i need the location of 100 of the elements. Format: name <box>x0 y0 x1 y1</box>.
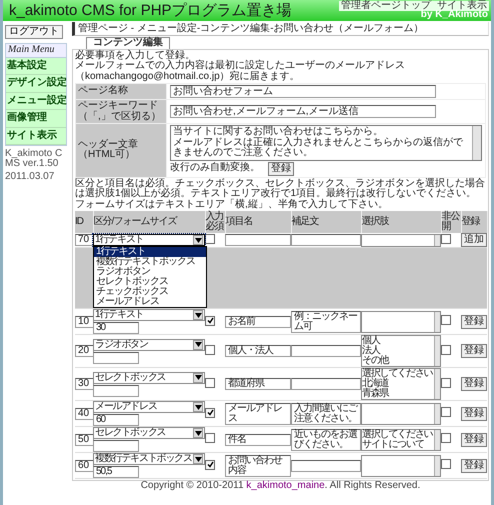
register-button[interactable]: 登録 <box>461 314 487 328</box>
caret-icon <box>193 340 203 350</box>
checkbox[interactable] <box>441 315 451 325</box>
type-select[interactable]: セレクトボックス <box>93 372 205 384</box>
checkbox[interactable] <box>205 344 215 354</box>
scrollbar[interactable] <box>434 369 440 399</box>
checkbox[interactable] <box>441 433 451 443</box>
id-field[interactable]: 40 <box>75 408 94 420</box>
checkbox[interactable] <box>205 408 215 418</box>
note-field[interactable] <box>291 460 361 472</box>
size-field[interactable]: 30 <box>93 322 139 334</box>
scrollbar[interactable] <box>434 456 440 476</box>
submit-button[interactable]: 登録 <box>268 162 294 176</box>
type-select[interactable]: ラジオボタン <box>93 338 205 350</box>
register-button[interactable]: 登録 <box>461 377 487 391</box>
dropdown-option[interactable]: 複数行テキストボックス <box>94 257 206 267</box>
author-link[interactable]: k_akimoto_maine <box>246 480 325 491</box>
note-field[interactable] <box>291 378 361 390</box>
name-field[interactable] <box>225 234 291 246</box>
choices-text: 個人 法人 その他 <box>362 336 390 366</box>
register-button[interactable]: 登録 <box>461 344 487 358</box>
input-field[interactable]: お問い合わせ,メールフォーム,メール送信 <box>170 105 436 118</box>
type-select[interactable]: 1行テキスト <box>93 309 205 321</box>
name-field[interactable]: お名前 <box>225 316 291 328</box>
checkbox[interactable] <box>205 378 215 388</box>
choices-field[interactable]: 選択してください サイトについて <box>361 428 441 450</box>
id-field[interactable]: 30 <box>75 378 94 390</box>
choices-text: 選択してください サイトについて <box>362 430 434 450</box>
column-header: 区分/フォームサイズ <box>93 211 205 233</box>
choices-field[interactable] <box>361 402 441 424</box>
scrollbar[interactable] <box>434 336 440 366</box>
checkbox[interactable] <box>205 234 215 244</box>
form-label: ヘッダー文章 （HTML可） <box>76 124 166 177</box>
checkbox[interactable] <box>205 460 215 470</box>
checkbox[interactable] <box>205 433 215 443</box>
scrollbar[interactable] <box>434 312 440 332</box>
note-field[interactable]: 入力間違いにご注意ください。 <box>291 402 361 424</box>
size-field[interactable] <box>93 440 139 452</box>
menu-item[interactable]: サイト表示 <box>6 128 66 145</box>
checkbox[interactable] <box>441 378 451 388</box>
type-select[interactable]: 1行テキスト <box>93 234 205 246</box>
type-select[interactable]: メールアドレス <box>93 401 205 413</box>
menu-item[interactable]: 基本設定 <box>6 58 66 75</box>
copyright-text: Copyright © 2010-2011 k_akimoto_maine. All Rights Reserved. <box>140 481 422 491</box>
input-field[interactable]: お問い合わせフォーム <box>170 85 436 98</box>
dropdown-option[interactable]: セレクトボックス <box>94 277 206 287</box>
choices-field[interactable]: 個人 法人 その他 <box>361 335 441 367</box>
checkbox[interactable] <box>441 407 451 417</box>
note-field[interactable] <box>291 234 361 246</box>
name-field[interactable]: 件名 <box>225 434 291 446</box>
menu-item[interactable]: デザイン設定 <box>6 75 66 92</box>
tab[interactable]: コンテンツ編集 <box>86 37 170 48</box>
choices-field[interactable] <box>361 454 441 476</box>
id-field[interactable]: 20 <box>75 345 94 357</box>
id-field[interactable]: 60 <box>75 460 94 472</box>
scrollbar[interactable] <box>434 234 440 246</box>
name-field[interactable]: 都道府県 <box>225 378 291 390</box>
choices-field[interactable] <box>361 234 441 246</box>
column-header: 選択肢 <box>361 211 441 233</box>
menu-item[interactable]: 画像管理 <box>6 110 66 128</box>
checkbox[interactable] <box>441 459 451 469</box>
add-button[interactable]: 追加 <box>461 233 487 247</box>
scrollbar[interactable] <box>434 430 440 450</box>
dropdown-option[interactable]: 1行テキスト <box>94 247 206 257</box>
id-field[interactable]: 10 <box>75 316 94 328</box>
register-button[interactable]: 登録 <box>461 432 487 446</box>
id-field[interactable]: 50 <box>75 434 94 446</box>
checkbox[interactable] <box>205 316 215 326</box>
size-field[interactable] <box>93 352 139 364</box>
header-link[interactable]: サイト表示 <box>435 1 489 11</box>
type-select[interactable]: セレクトボックス <box>93 427 205 439</box>
menu-item[interactable]: メニュー設定 <box>6 92 66 110</box>
name-field[interactable]: お問い合わせ内容 <box>225 454 291 476</box>
size-field[interactable]: 60 <box>93 414 139 426</box>
id-field[interactable]: 70 <box>75 234 94 246</box>
size-field[interactable] <box>93 384 139 396</box>
dropdown-option[interactable]: ラジオボタン <box>94 267 206 277</box>
note-field[interactable] <box>291 345 361 357</box>
column-header: 登録 <box>461 211 487 233</box>
column-header: 補足文 <box>291 211 361 233</box>
register-button[interactable]: 登録 <box>461 458 487 472</box>
checkbox[interactable] <box>441 234 451 244</box>
scrollbar[interactable] <box>434 404 440 424</box>
dropdown-option[interactable]: チェックボックス <box>94 287 206 297</box>
size-field[interactable]: 50,5 <box>93 466 139 478</box>
scrollbar[interactable] <box>472 126 481 160</box>
choices-field[interactable] <box>361 310 441 332</box>
form-label: ページ名称 <box>76 84 166 100</box>
name-field[interactable]: 個人・法人 <box>225 345 291 357</box>
dropdown-option[interactable]: メールアドレス <box>94 297 206 307</box>
register-button[interactable]: 登録 <box>461 406 487 420</box>
name-field[interactable]: メールアドレス <box>225 402 291 424</box>
checkbox[interactable] <box>441 344 451 354</box>
note-text: 区分と項目名は必須。チェックボックス、セレクトボックス、ラジオボタンを選択した場合は選択肢1個以上が必須。テキストエリア改行で1項目。最終行は改行しないでください。 <box>75 178 486 199</box>
type-select[interactable]: 複数行テキストボックス <box>93 453 205 465</box>
note-field[interactable]: 近いものをお選びください。 <box>291 428 361 450</box>
choices-field[interactable]: 選択してください 北海道 青森県 <box>361 368 441 400</box>
note-field[interactable]: 例：ニックネーム可 <box>291 310 361 332</box>
version-text: K_akimoto CMS ver.1.50 <box>5 149 64 169</box>
logout-button[interactable]: ログアウト <box>5 25 63 39</box>
